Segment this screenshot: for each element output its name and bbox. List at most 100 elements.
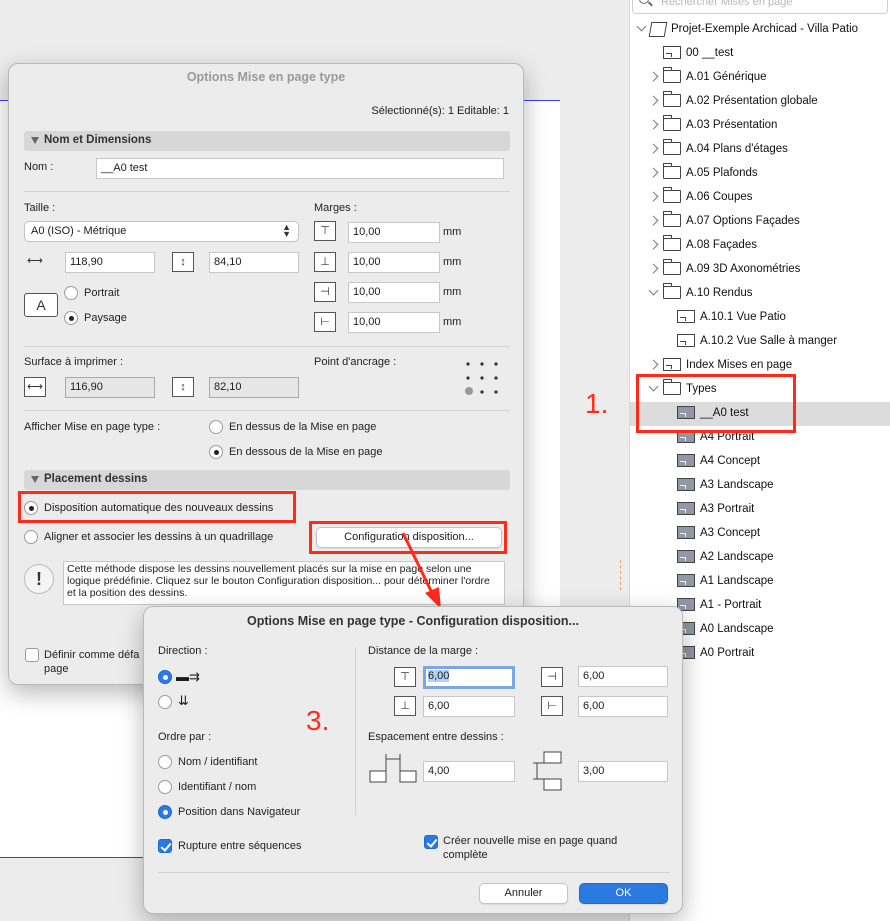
distance-bottom-icon: ⊥ (394, 696, 416, 716)
navigator-item-label: Projet-Exemple Archicad - Villa Patio (671, 23, 859, 35)
chevron-right-icon[interactable] (648, 215, 659, 226)
margin-left-input[interactable]: 10,00 (348, 282, 440, 303)
section-placement-dessins[interactable]: Placement dessins (24, 470, 510, 490)
navigator-item[interactable]: A.09 3D Axonométries (630, 258, 890, 282)
direction-horizontal-radio[interactable] (158, 670, 172, 684)
navigator-item[interactable]: A2 Landscape (630, 546, 890, 570)
navigator-item[interactable]: A.04 Plans d'étages (630, 138, 890, 162)
afficher-dessous-radio[interactable] (209, 445, 223, 459)
section-nom-dimensions[interactable]: Nom et Dimensions (24, 131, 510, 151)
unit-label: mm (443, 286, 462, 298)
aligner-quadrillage-label: Aligner et associer les dessins à un qua… (44, 531, 274, 543)
cancel-button[interactable]: Annuler (479, 883, 568, 904)
definir-defaut-checkbox[interactable] (25, 648, 39, 662)
navigator-item[interactable]: A3 Portrait (630, 498, 890, 522)
height-input[interactable]: 84,10 (209, 252, 299, 273)
chevron-right-icon[interactable] (648, 119, 659, 130)
distance-right-icon: ⊢ (541, 696, 563, 716)
navigator-item[interactable]: A.10.2 Vue Salle à manger (630, 330, 890, 354)
chevron-down-icon[interactable] (636, 21, 647, 32)
folder-icon (663, 67, 681, 83)
master-layout-icon (677, 454, 695, 467)
afficher-dessus-radio[interactable] (209, 420, 223, 434)
rupture-label: Rupture entre séquences (178, 840, 302, 852)
annotation-arrow (401, 532, 441, 609)
espacement-vertical-input[interactable]: 3,00 (578, 761, 668, 782)
aligner-quadrillage-radio[interactable] (24, 530, 38, 544)
navigator-item[interactable]: 00 __test (630, 42, 890, 66)
chevron-right-icon[interactable] (648, 71, 659, 82)
annotation-number-1: 1. (585, 388, 609, 419)
rupture-checkbox[interactable] (158, 839, 172, 853)
ordre-identifiant-radio[interactable] (158, 780, 172, 794)
anchor-grid-icon (465, 362, 498, 395)
unit-label: mm (443, 226, 462, 238)
navigator-item[interactable]: Projet-Exemple Archicad - Villa Patio (630, 18, 890, 42)
margin-bottom-input[interactable]: 10,00 (348, 252, 440, 273)
chevron-right-icon[interactable] (648, 95, 659, 106)
ordre-position-radio[interactable] (158, 805, 172, 819)
navigator-item[interactable]: A3 Landscape (630, 474, 890, 498)
navigator-item[interactable]: A.06 Coupes (630, 186, 890, 210)
paysage-label: Paysage (84, 312, 127, 324)
divider (158, 872, 670, 873)
chevron-right-icon[interactable] (648, 359, 659, 370)
navigator-item-label: A.06 Coupes (686, 191, 753, 203)
direction-vertical-radio[interactable] (158, 695, 172, 709)
distance-top-input[interactable]: 6,00 (423, 666, 515, 689)
navigator-item-label: A0 Landscape (700, 623, 774, 635)
navigator-item[interactable]: A.10.1 Vue Patio (630, 306, 890, 330)
navigator-search[interactable]: Rechercher Mises en page (632, 0, 888, 14)
portrait-radio[interactable] (64, 286, 78, 300)
taille-select[interactable]: A0 (ISO) - Métrique ▲ ▼ (24, 221, 299, 242)
navigator-item[interactable]: A.08 Façades (630, 234, 890, 258)
afficher-label: Afficher Mise en page type : (24, 421, 161, 433)
height-icon: ↕ (172, 252, 194, 272)
navigator-item[interactable]: A4 Concept (630, 450, 890, 474)
navigator-item[interactable]: A.10 Rendus (630, 282, 890, 306)
chevron-right-icon[interactable] (648, 167, 659, 178)
chevron-right-icon[interactable] (648, 143, 659, 154)
surface-width-value: 116,90 (65, 377, 155, 398)
distance-right-input[interactable]: 6,00 (578, 696, 668, 717)
warning-icon: ! (24, 564, 54, 594)
master-layout-icon (677, 550, 695, 563)
espacement-horizontal-input[interactable]: 4,00 (423, 761, 515, 782)
ok-button[interactable]: OK (579, 883, 668, 904)
ordre-nom-radio[interactable] (158, 755, 172, 769)
anchor-point-grid[interactable] (465, 361, 499, 395)
navigator-item-label: A0 Portrait (700, 647, 755, 659)
paysage-radio[interactable] (64, 311, 78, 325)
navigator-item[interactable]: A.07 Options Façades (630, 210, 890, 234)
navigator-item[interactable]: A3 Concept (630, 522, 890, 546)
navigator-item[interactable]: A1 Landscape (630, 570, 890, 594)
width-input[interactable]: 118,90 (65, 252, 155, 273)
margin-right-input[interactable]: 10,00 (348, 312, 440, 333)
navigator-item-label: A3 Concept (700, 527, 761, 539)
folder-icon (663, 91, 681, 107)
distance-bottom-input[interactable]: 6,00 (423, 696, 515, 717)
navigator-item[interactable]: A.05 Plafonds (630, 162, 890, 186)
orientation-icon: A (24, 293, 58, 317)
margin-top-input[interactable]: 10,00 (348, 222, 440, 243)
navigator-item[interactable]: A.02 Présentation globale (630, 90, 890, 114)
chevron-right-icon[interactable] (648, 263, 659, 274)
chevron-down-icon[interactable] (648, 285, 659, 296)
nom-label: Nom : (24, 161, 54, 173)
margin-left-icon: ⊣ (314, 282, 336, 302)
distance-left-input[interactable]: 6,00 (578, 666, 668, 687)
navigator-item-label: A.10.1 Vue Patio (700, 311, 786, 323)
chevron-right-icon[interactable] (648, 239, 659, 250)
chevron-right-icon[interactable] (648, 191, 659, 202)
definir-defaut-label: Définir comme défa (44, 649, 140, 661)
navigator-item-label: A.05 Plafonds (686, 167, 758, 179)
navigator-item[interactable]: A.03 Présentation (630, 114, 890, 138)
guide-line (620, 560, 621, 590)
chevron-updown-icon: ▲ ▼ (282, 222, 291, 239)
definir-defaut-label-line2: page (44, 663, 69, 675)
divider (355, 647, 356, 815)
navigator-item[interactable]: A.01 Générique (630, 66, 890, 90)
divider (24, 410, 510, 411)
creer-checkbox[interactable] (424, 835, 438, 849)
nom-input[interactable]: __A0 test (96, 158, 504, 179)
